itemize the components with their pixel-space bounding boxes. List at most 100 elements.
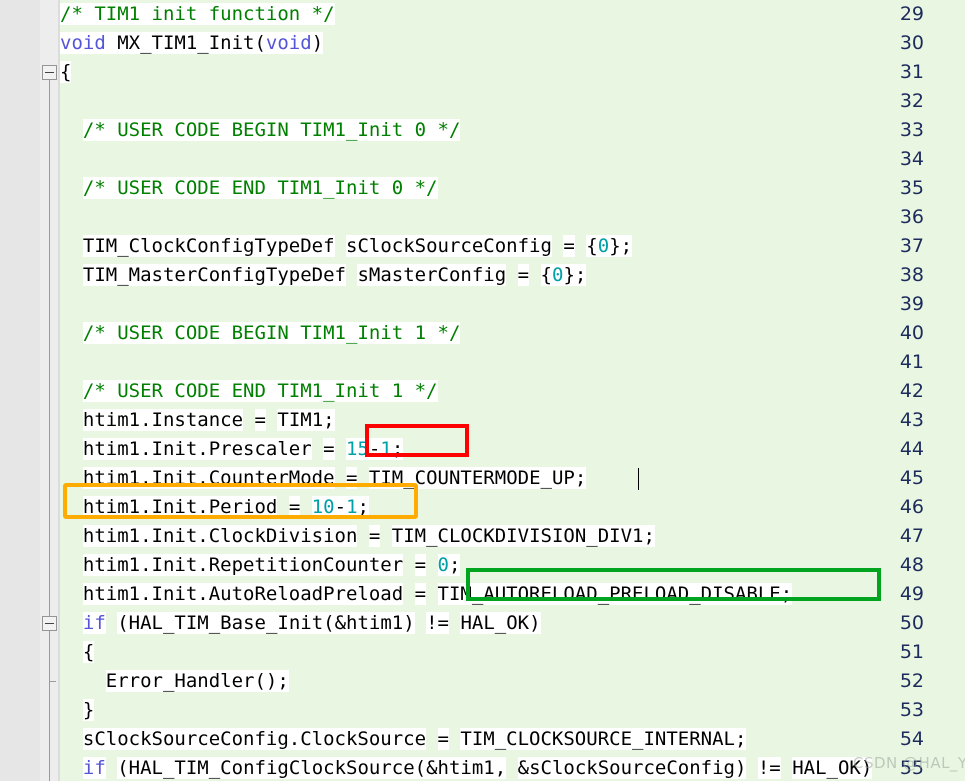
function-call: Error_Handler(); xyxy=(105,670,289,692)
member-expression: htim1.Init.CounterMode xyxy=(82,467,335,489)
keyword-void: void xyxy=(60,32,106,54)
code-line-48[interactable]: htim1.Init.RepetitionCounter = 0; xyxy=(60,551,461,580)
code-line-42[interactable]: /* USER CODE END TIM1_Init 1 */ xyxy=(60,377,438,406)
member-expression: htim1.Init.Prescaler xyxy=(82,438,312,460)
code-line-54[interactable]: sClockSourceConfig.ClockSource = TIM_CLO… xyxy=(60,725,747,754)
operator: = xyxy=(517,264,530,286)
code-line-45[interactable]: htim1.Init.CounterMode = TIM_COUNTERMODE… xyxy=(60,464,587,493)
comment-token: /* TIM1 init function */ xyxy=(60,3,335,25)
code-line-50[interactable]: if (HAL_TIM_Base_Init(&htim1) != HAL_OK) xyxy=(60,609,541,638)
code-content[interactable]: /* TIM1 init function */ void MX_TIM1_In… xyxy=(60,0,965,781)
code-line-29[interactable]: /* TIM1 init function */ xyxy=(60,0,335,29)
code-line-43[interactable]: htim1.Instance = TIM1; xyxy=(60,406,335,435)
macro-value: TIM_CLOCKDIVISION_DIV1; xyxy=(391,525,655,547)
code-line-30[interactable]: void MX_TIM1_Init(void) xyxy=(60,29,324,58)
code-editor[interactable]: 29 30 31 32 33 34 35 36 37 38 39 40 41 4… xyxy=(0,0,965,781)
member-expression: htim1.Init.RepetitionCounter xyxy=(82,554,404,576)
line-number-gutter xyxy=(0,0,40,781)
member-expression: htim1.Instance xyxy=(82,409,244,431)
comment-token: /* USER CODE END TIM1_Init 0 */ xyxy=(82,177,438,199)
code-line-38[interactable]: TIM_MasterConfigTypeDef sMasterConfig = … xyxy=(60,261,587,290)
comment-token: /* USER CODE END TIM1_Init 1 */ xyxy=(82,380,438,402)
code-line-55[interactable]: if (HAL_TIM_ConfigClockSource(&htim1, &s… xyxy=(60,754,873,781)
operator: = xyxy=(563,235,575,257)
macro-value: TIM1; xyxy=(277,409,335,431)
code-line-35[interactable]: /* USER CODE END TIM1_Init 0 */ xyxy=(60,174,438,203)
operator: != xyxy=(426,612,449,634)
macro-value: TIM_COUNTERMODE_UP; xyxy=(368,467,587,489)
operator: = xyxy=(288,496,301,518)
code-line-49[interactable]: htim1.Init.AutoReloadPreload = TIM_AUTOR… xyxy=(60,580,793,609)
code-line-47[interactable]: htim1.Init.ClockDivision = TIM_CLOCKDIVI… xyxy=(60,522,655,551)
member-expression: htim1.Init.ClockDivision xyxy=(82,525,358,547)
initializer: {0}; xyxy=(540,264,587,286)
variable-name: sMasterConfig xyxy=(357,264,507,286)
member-expression: sClockSourceConfig.ClockSource xyxy=(82,728,427,750)
code-line-46[interactable]: htim1.Init.Period = 10-1; xyxy=(60,493,369,522)
repetition-value: 0; xyxy=(437,554,461,576)
comment-token: /* USER CODE BEGIN TIM1_Init 1 */ xyxy=(82,322,461,344)
variable-name: sClockSourceConfig xyxy=(346,235,552,257)
paren-close: ) xyxy=(311,32,324,54)
brace-open: { xyxy=(82,641,95,663)
condition-call: (HAL_TIM_Base_Init(&htim1) xyxy=(117,612,415,634)
period-value: 10-1; xyxy=(311,496,369,518)
code-line-31[interactable]: { xyxy=(60,58,72,87)
code-line-51[interactable]: { xyxy=(60,638,95,667)
code-line-52[interactable]: Error_Handler(); xyxy=(60,667,289,696)
fold-toggle-icon[interactable] xyxy=(42,65,57,80)
text-caret xyxy=(638,468,639,490)
brace-open: { xyxy=(60,61,72,83)
condition-call: (HAL_TIM_ConfigClockSource(&htim1, xyxy=(117,757,507,779)
code-line-53[interactable]: } xyxy=(60,696,95,725)
operator: = xyxy=(368,525,381,547)
code-line-40[interactable]: /* USER CODE BEGIN TIM1_Init 1 */ xyxy=(60,319,461,348)
macro-value: HAL_OK) xyxy=(460,612,541,634)
code-line-44[interactable]: htim1.Init.Prescaler = 15-1; xyxy=(60,435,404,464)
operator: != xyxy=(757,757,781,779)
comment-token: /* USER CODE BEGIN TIM1_Init 0 */ xyxy=(82,119,461,141)
fold-toggle-icon[interactable] xyxy=(42,616,57,631)
code-folding-gutter[interactable] xyxy=(40,0,60,781)
code-line-33[interactable]: /* USER CODE BEGIN TIM1_Init 0 */ xyxy=(60,116,461,145)
member-expression: htim1.Init.AutoReloadPreload xyxy=(82,583,404,605)
code-line-37[interactable]: TIM_ClockConfigTypeDef sClockSourceConfi… xyxy=(60,232,633,261)
autoreload-value: TIM_AUTORELOAD_PRELOAD_DISABLE; xyxy=(437,583,793,605)
